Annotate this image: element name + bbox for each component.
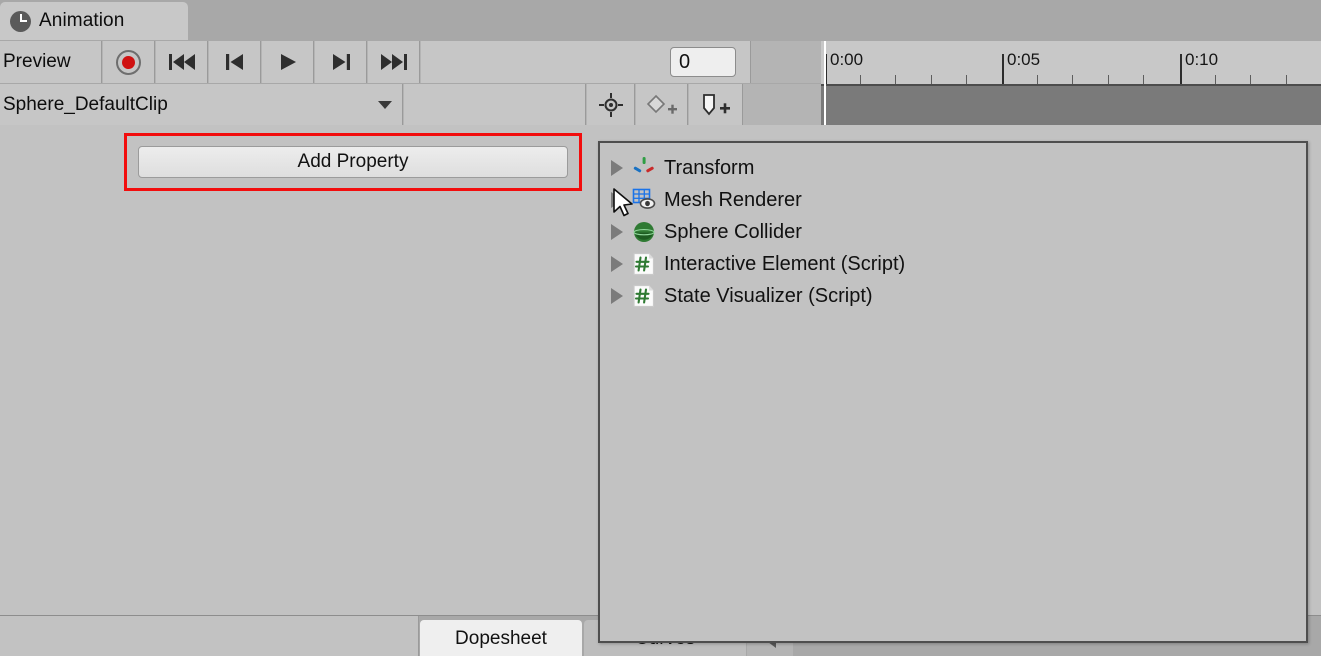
ruler-minor-tick <box>1143 75 1144 84</box>
ruler-minor-tick <box>860 75 861 84</box>
record-icon <box>116 49 141 75</box>
add-event-icon <box>702 93 730 115</box>
add-property-highlight <box>124 133 582 191</box>
timeline-track-header <box>821 84 1321 125</box>
ruler-minor-tick <box>895 75 896 84</box>
clip-toolbar-spacer <box>404 84 586 125</box>
chevron-down-icon <box>378 100 392 109</box>
clip-toolbar-right-spacer <box>744 84 821 125</box>
dropdown-item[interactable]: Transform <box>600 152 1306 184</box>
triangle-right-icon[interactable] <box>611 288 623 304</box>
ruler-major-tick <box>1002 54 1004 84</box>
dropdown-item[interactable]: Sphere Collider <box>600 216 1306 248</box>
tab-animation[interactable]: Animation <box>0 2 188 40</box>
skip-to-start-icon <box>168 54 195 70</box>
sphere-collider-icon <box>633 222 655 242</box>
dropdown-item[interactable]: State Visualizer (Script) <box>600 280 1306 312</box>
frame-field-container: 0 <box>421 41 751 83</box>
script-icon <box>633 284 655 308</box>
skip-to-end-icon <box>380 54 407 70</box>
ruler-minor-tick <box>1250 75 1251 84</box>
dropdown-item-label: Transform <box>664 156 755 179</box>
timeline-ruler[interactable]: 0:00 0:05 0:10 <box>821 41 1321 84</box>
triangle-right-icon[interactable] <box>611 160 623 176</box>
window-tab-strip: Animation <box>0 0 1321 40</box>
clip-selector-dropdown[interactable]: Sphere_DefaultClip <box>0 84 403 125</box>
add-property-dropdown-menu: Transform Mesh Renderer Sphere Collider Int… <box>598 141 1308 643</box>
preview-label: Preview <box>3 51 71 72</box>
ruler-minor-tick <box>1037 75 1038 84</box>
frame-input[interactable]: 0 <box>670 47 736 77</box>
ruler-minor-tick <box>966 75 967 84</box>
dropdown-item[interactable]: Interactive Element (Script) <box>600 248 1306 280</box>
ruler-minor-tick <box>931 75 932 84</box>
add-keyframe-button[interactable] <box>636 84 688 125</box>
dropdown-item-label: Interactive Element (Script) <box>664 252 906 275</box>
previous-keyframe-button[interactable] <box>209 41 261 83</box>
dropdown-item-label: State Visualizer (Script) <box>664 284 873 307</box>
tab-dopesheet[interactable]: Dopesheet <box>420 620 582 656</box>
clock-icon <box>10 10 31 32</box>
next-keyframe-button[interactable] <box>315 41 367 83</box>
ruler-minor-tick <box>1108 75 1109 84</box>
triangle-right-icon[interactable] <box>611 192 623 208</box>
clip-name-label: Sphere_DefaultClip <box>3 93 168 115</box>
add-keyframe-icon <box>646 94 677 114</box>
triangle-right-icon[interactable] <box>611 224 623 240</box>
ruler-minor-tick <box>1286 75 1287 84</box>
skip-to-start-button[interactable] <box>156 41 208 83</box>
toolbar-spacer <box>752 41 822 83</box>
dropdown-item-label: Mesh Renderer <box>664 188 802 211</box>
play-icon <box>280 54 296 70</box>
next-keyframe-icon <box>332 54 350 70</box>
previous-keyframe-icon <box>225 54 243 70</box>
script-icon <box>633 252 655 276</box>
filter-button[interactable] <box>587 84 635 125</box>
ruler-minor-tick <box>1215 75 1216 84</box>
preview-toggle-button[interactable]: Preview <box>0 41 102 83</box>
triangle-right-icon[interactable] <box>611 256 623 272</box>
ruler-label: 0:10 <box>1185 50 1219 69</box>
ruler-minor-tick <box>1072 75 1073 84</box>
bottom-left-filler <box>0 616 419 656</box>
ruler-major-tick <box>1180 54 1182 84</box>
ruler-label: 0:00 <box>830 50 864 69</box>
mesh-renderer-icon <box>632 188 656 209</box>
animation-window: Animation Preview 0 Sphere_DefaultClip 0… <box>0 0 1321 656</box>
dropdown-item-label: Sphere Collider <box>664 220 802 243</box>
play-button[interactable] <box>262 41 314 83</box>
dropdown-item-list: Transform Mesh Renderer Sphere Collider Int… <box>600 143 1306 312</box>
record-button[interactable] <box>103 41 155 83</box>
transform-icon <box>633 157 654 173</box>
tab-animation-label: Animation <box>39 10 125 31</box>
skip-to-end-button[interactable] <box>368 41 420 83</box>
dropdown-item[interactable]: Mesh Renderer <box>600 184 1306 216</box>
filter-target-icon <box>598 92 623 117</box>
add-event-button[interactable] <box>689 84 743 125</box>
ruler-label: 0:05 <box>1007 50 1041 69</box>
